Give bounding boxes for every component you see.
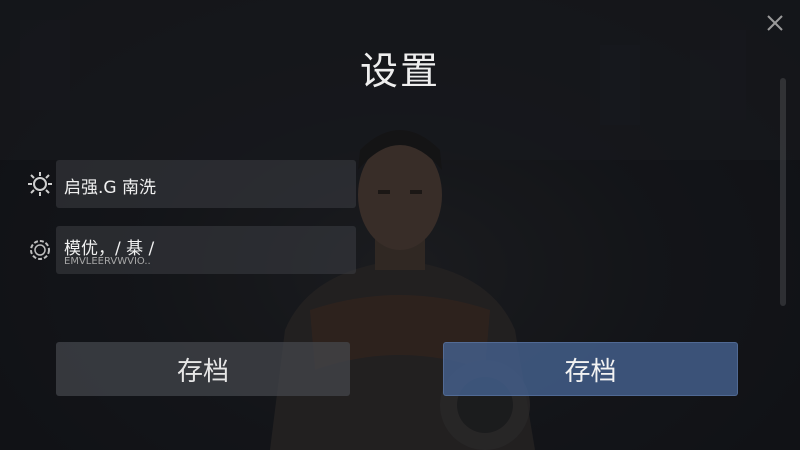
option-label: 启强.G 南洗 <box>64 178 156 198</box>
option-row-brightness[interactable]: 启强.G 南洗 <box>26 160 356 208</box>
option-field[interactable]: 模优，/ 棊 / EMVLEERVWVIO.. <box>56 226 356 274</box>
save-button-secondary[interactable]: 存档 <box>56 342 350 396</box>
sun-icon <box>28 172 52 196</box>
save-button-primary[interactable]: 存档 <box>443 342 738 396</box>
option-row-mode[interactable]: 模优，/ 棊 / EMVLEERVWVIO.. <box>26 226 356 274</box>
gear-icon <box>30 240 50 260</box>
dialog-title: 设置 <box>359 49 440 93</box>
scrollbar[interactable] <box>780 78 786 306</box>
close-icon[interactable] <box>762 10 788 36</box>
button-label: 存档 <box>176 356 229 387</box>
option-field[interactable]: 启强.G 南洗 <box>56 160 356 208</box>
option-sublabel: EMVLEERVWVIO.. <box>64 256 151 267</box>
button-label: 存档 <box>564 356 617 387</box>
